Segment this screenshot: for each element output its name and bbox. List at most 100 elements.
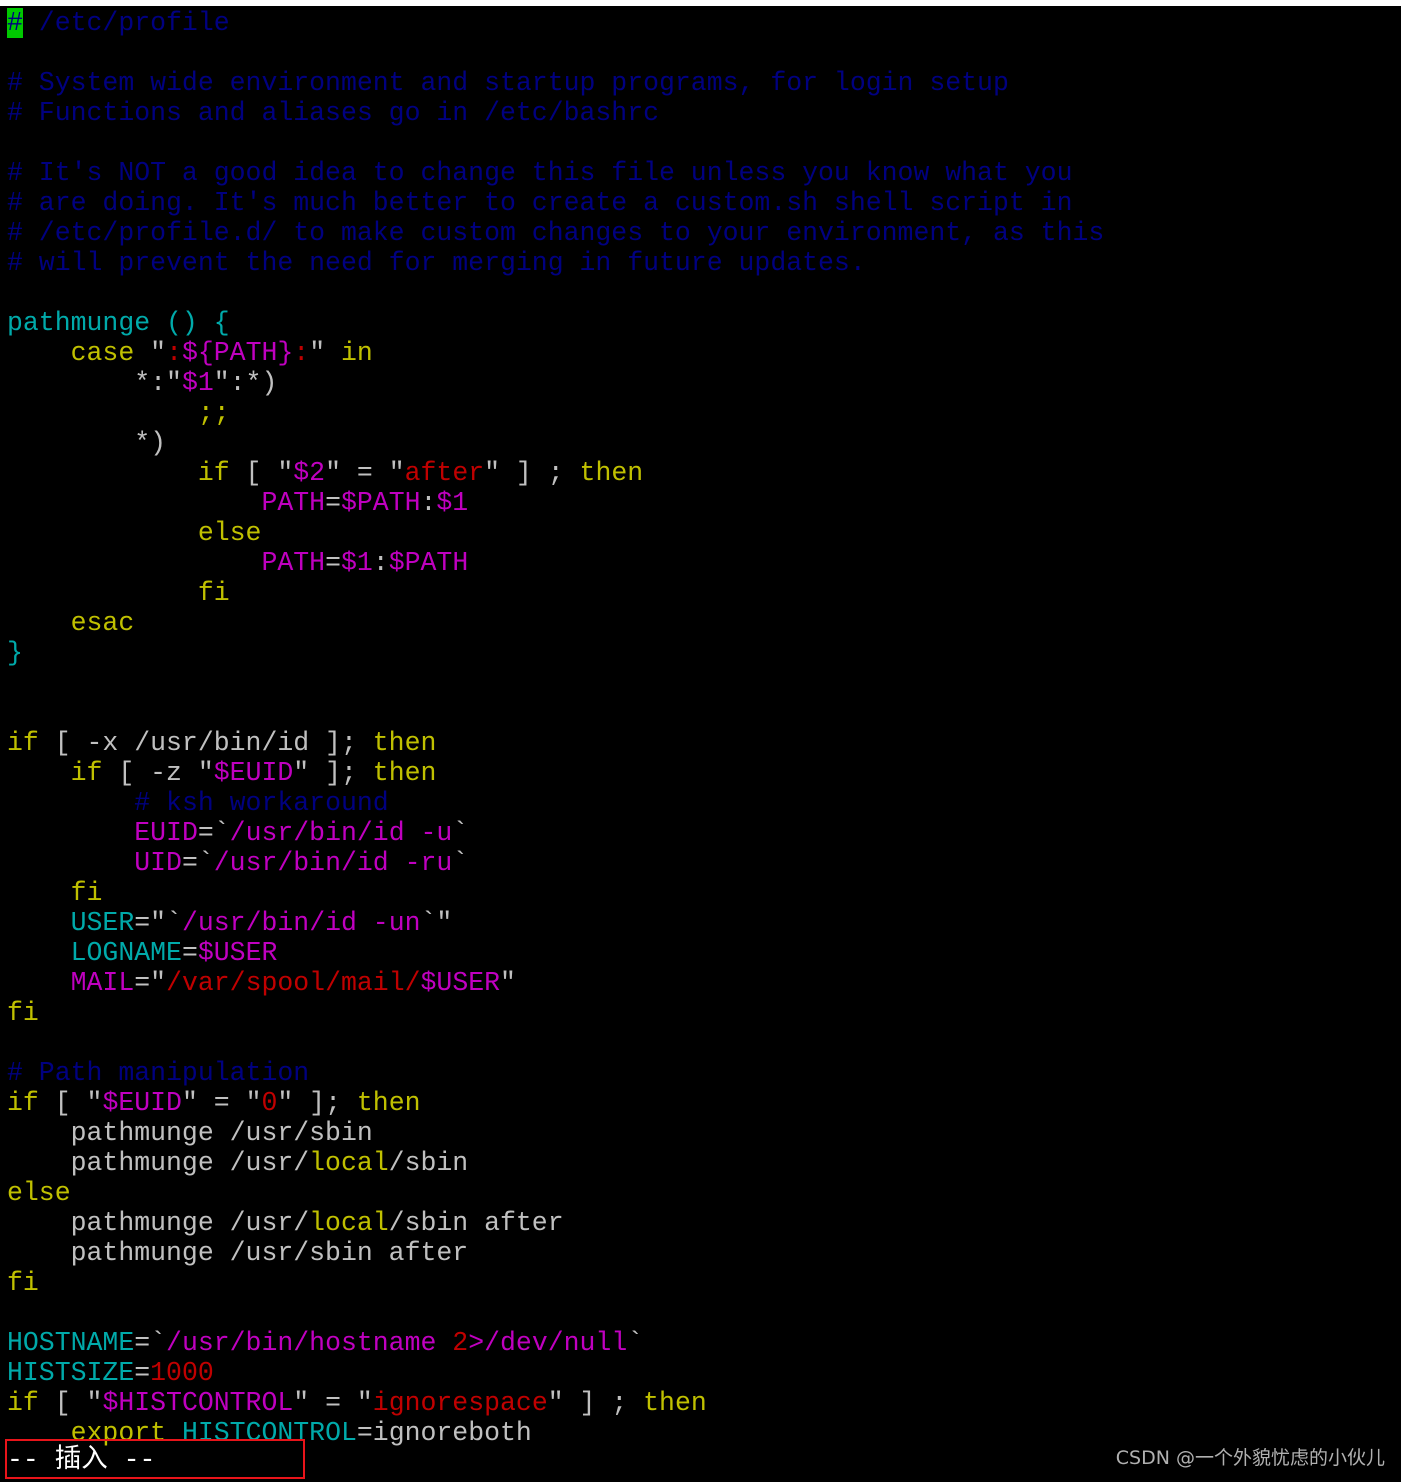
code-line[interactable]: pathmunge () { <box>7 308 1397 338</box>
code-token: " ] ; <box>547 1388 644 1418</box>
code-line[interactable]: PATH=$PATH:$1 <box>7 488 1397 518</box>
code-token: pathmunge /usr/ <box>7 1208 310 1238</box>
code-token: # are doing. It's much better to create … <box>7 188 1073 218</box>
code-line[interactable]: MAIL="/var/spool/mail/$USER" <box>7 968 1397 998</box>
code-token: /etc/profile <box>22 8 230 38</box>
code-token: LOGNAME <box>70 938 182 968</box>
code-line[interactable]: # /etc/profile <box>7 8 1397 38</box>
code-token: $PATH <box>388 548 469 578</box>
code-line[interactable]: HISTSIZE=1000 <box>7 1358 1397 1388</box>
code-line[interactable]: if [ -z "$EUID" ]; then <box>7 758 1397 788</box>
code-token: " <box>500 968 516 998</box>
code-line[interactable]: PATH=$1:$PATH <box>7 548 1397 578</box>
code-token: $1 <box>340 548 373 578</box>
code-token: if <box>7 728 39 758</box>
code-line[interactable]: if [ "$2" = "after" ] ; then <box>7 458 1397 488</box>
editor-buffer[interactable]: # /etc/profile # System wide environment… <box>7 8 1397 1448</box>
code-token: [ " <box>38 1088 103 1118</box>
code-line[interactable]: *) <box>7 428 1397 458</box>
code-line[interactable]: EUID=`/usr/bin/id -u` <box>7 818 1397 848</box>
code-token: USER <box>70 908 135 938</box>
code-token: $USER <box>197 938 278 968</box>
code-token: ignorespace <box>372 1388 548 1418</box>
code-token: # ksh workaround <box>134 788 389 818</box>
code-token: then <box>372 758 437 788</box>
code-token: $1 <box>436 488 469 518</box>
code-token: ` <box>627 1328 644 1358</box>
code-line[interactable]: fi <box>7 998 1397 1028</box>
code-line[interactable]: # will prevent the need for merging in f… <box>7 248 1397 278</box>
code-token: =` <box>134 1328 167 1358</box>
code-line[interactable]: else <box>7 518 1397 548</box>
code-token: if <box>70 758 103 788</box>
code-line[interactable]: # Functions and aliases go in /etc/bashr… <box>7 98 1397 128</box>
code-line[interactable]: # System wide environment and startup pr… <box>7 68 1397 98</box>
code-token: [ -x /usr/bin/id ]; <box>38 728 373 758</box>
code-token: PATH <box>261 548 326 578</box>
code-token: MAIL <box>70 968 135 998</box>
code-line[interactable]: fi <box>7 1268 1397 1298</box>
code-line[interactable]: # are doing. It's much better to create … <box>7 188 1397 218</box>
code-line[interactable] <box>7 668 1397 698</box>
code-line[interactable] <box>7 698 1397 728</box>
code-line[interactable]: UID=`/usr/bin/id -ru` <box>7 848 1397 878</box>
code-line[interactable]: pathmunge /usr/local/sbin after <box>7 1208 1397 1238</box>
code-token: in <box>341 338 373 368</box>
terminal-window[interactable]: # /etc/profile # System wide environment… <box>0 6 1401 1482</box>
code-line[interactable]: # Path manipulation <box>7 1058 1397 1088</box>
code-token: pathmunge /usr/sbin <box>7 1118 373 1148</box>
code-token: EUID <box>134 818 198 848</box>
code-token: case <box>70 338 135 368</box>
code-token: then <box>372 728 437 758</box>
code-token: else <box>7 1178 71 1208</box>
code-token: fi <box>70 878 103 908</box>
code-token: local <box>309 1208 389 1238</box>
code-token: fi <box>197 578 230 608</box>
code-token: = <box>181 938 198 968</box>
code-token: else <box>197 518 262 548</box>
code-line[interactable]: HOSTNAME=`/usr/bin/hostname 2>/dev/null` <box>7 1328 1397 1358</box>
code-line[interactable]: esac <box>7 608 1397 638</box>
code-line[interactable]: case ":${PATH}:" in <box>7 338 1397 368</box>
code-line[interactable] <box>7 38 1397 68</box>
code-token: pathmunge () { <box>7 308 230 338</box>
code-line[interactable]: pathmunge /usr/sbin after <box>7 1238 1397 1268</box>
code-line[interactable]: # /etc/profile.d/ to make custom changes… <box>7 218 1397 248</box>
code-token: $EUID <box>213 758 294 788</box>
code-line[interactable]: # ksh workaround <box>7 788 1397 818</box>
code-line[interactable] <box>7 128 1397 158</box>
code-token: /dev/null <box>484 1328 628 1358</box>
code-line[interactable]: ;; <box>7 398 1397 428</box>
code-line[interactable] <box>7 278 1397 308</box>
code-line[interactable]: *:"$1":*) <box>7 368 1397 398</box>
code-token: # Functions and aliases go in /etc/bashr… <box>7 98 660 128</box>
code-line[interactable]: else <box>7 1178 1397 1208</box>
code-line[interactable]: fi <box>7 578 1397 608</box>
code-token: : <box>293 338 310 368</box>
code-token: [ " <box>229 458 294 488</box>
code-line[interactable]: fi <box>7 878 1397 908</box>
code-line[interactable] <box>7 1028 1397 1058</box>
code-line[interactable]: if [ "$HISTCONTROL" = "ignorespace" ] ; … <box>7 1388 1397 1418</box>
code-line[interactable] <box>7 1298 1397 1328</box>
code-token: } <box>7 638 23 668</box>
code-token: *:" <box>7 368 182 398</box>
code-line[interactable]: LOGNAME=$USER <box>7 938 1397 968</box>
code-line[interactable]: pathmunge /usr/local/sbin <box>7 1148 1397 1178</box>
code-line[interactable]: } <box>7 638 1397 668</box>
code-line[interactable]: if [ "$EUID" = "0" ]; then <box>7 1088 1397 1118</box>
code-line[interactable]: USER="`/usr/bin/id -un`" <box>7 908 1397 938</box>
code-line[interactable]: # It's NOT a good idea to change this fi… <box>7 158 1397 188</box>
code-line[interactable]: if [ -x /usr/bin/id ]; then <box>7 728 1397 758</box>
code-token: fi <box>7 998 39 1028</box>
code-line[interactable]: pathmunge /usr/sbin <box>7 1118 1397 1148</box>
code-token: 2 <box>452 1328 469 1358</box>
code-token: pathmunge /usr/sbin after <box>7 1238 469 1268</box>
